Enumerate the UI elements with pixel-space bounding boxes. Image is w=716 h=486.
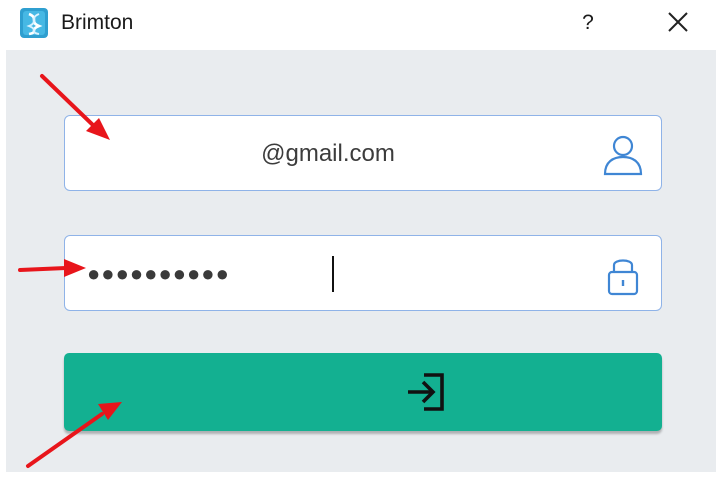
lock-icon — [607, 259, 639, 296]
password-field[interactable]: ●●●●●●●●●● — [64, 235, 662, 311]
email-field[interactable]: @gmail.com — [64, 115, 662, 191]
text-caret — [332, 256, 334, 292]
email-value: @gmail.com — [261, 140, 395, 167]
login-button[interactable] — [64, 353, 662, 431]
login-window: Brimton ? @gmail.com ●●●●●●●●●● — [0, 0, 716, 486]
user-icon — [603, 135, 643, 176]
title-bar: Brimton ? — [0, 0, 716, 50]
help-button[interactable]: ? — [570, 6, 606, 40]
close-icon[interactable] — [660, 6, 696, 40]
password-value: ●●●●●●●●●● — [87, 261, 230, 286]
window-title: Brimton — [61, 11, 134, 34]
brimton-logo-icon — [20, 8, 48, 38]
sign-in-icon — [408, 373, 444, 411]
